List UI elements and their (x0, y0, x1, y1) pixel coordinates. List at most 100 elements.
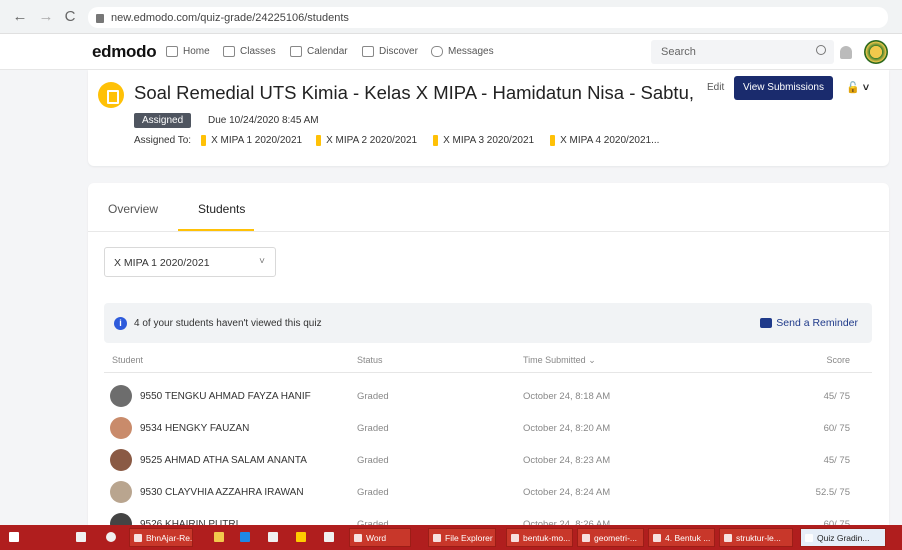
reload-icon[interactable]: C (58, 8, 82, 25)
assigned-to-row: Assigned To: X MIPA 1 2020/2021 X MIPA 2… (134, 135, 659, 146)
assigned-class-label: X MIPA 4 2020/2021... (560, 135, 660, 146)
assignment-header-card: Soal Remedial UTS Kimia - Kelas X MIPA -… (88, 70, 889, 166)
students-card: Overview Students X MIPA 1 2020/2021 ˅ i… (88, 183, 889, 535)
search-icon[interactable] (816, 45, 826, 55)
search-input[interactable]: Search (651, 40, 834, 64)
unlock-dropdown-icon[interactable]: 🔓 ˅ (846, 81, 869, 94)
windows-start-icon[interactable] (9, 532, 19, 542)
class-select-value: X MIPA 1 2020/2021 (114, 257, 210, 269)
notifications-icon[interactable] (840, 46, 852, 59)
score-column-header: Score (826, 355, 850, 365)
taskbar-item[interactable]: Word (349, 528, 411, 547)
nav-home[interactable]: Home (166, 46, 210, 57)
forward-arrow-icon[interactable]: → (34, 8, 58, 25)
assignment-title: Soal Remedial UTS Kimia - Kelas X MIPA -… (134, 82, 694, 103)
assigned-class-label: X MIPA 2 2020/2021 (326, 135, 418, 146)
class-select[interactable]: X MIPA 1 2020/2021 ˅ (104, 247, 276, 277)
taskbar-item[interactable]: 4. Bentuk ... (648, 528, 715, 547)
discover-icon (362, 46, 374, 57)
send-reminder-label: Send a Reminder (776, 317, 858, 329)
score-cell: 45/ 75 (823, 455, 850, 466)
address-bar[interactable]: new.edmodo.com/quiz-grade/24225106/stude… (88, 7, 888, 28)
table-row[interactable]: 9530 CLAYVHIA AZZAHRA IRAWAN Graded Octo… (104, 477, 872, 509)
assigned-class[interactable]: X MIPA 1 2020/2021 (201, 135, 302, 146)
app-header: edmodo Home Classes Calendar Discover Me… (0, 34, 902, 70)
time-cell: October 24, 8:23 AM (523, 455, 611, 466)
score-cell: 45/ 75 (823, 391, 850, 402)
nav-discover-label: Discover (379, 46, 418, 57)
tab-students[interactable]: Students (198, 202, 245, 216)
info-icon: i (114, 317, 127, 330)
browser-toolbar: ← → C new.edmodo.com/quiz-grade/24225106… (0, 0, 902, 34)
taskbar-item[interactable]: struktur-le... (719, 528, 793, 547)
time-cell: October 24, 8:20 AM (523, 423, 611, 434)
tab-overview[interactable]: Overview (108, 202, 158, 216)
taskbar-app-icon[interactable] (76, 532, 86, 542)
messages-icon (431, 46, 443, 57)
lock-icon (96, 14, 104, 23)
assigned-class[interactable]: X MIPA 2 2020/2021 (316, 135, 417, 146)
status-column-header: Status (357, 355, 383, 365)
view-submissions-button[interactable]: View Submissions (734, 76, 833, 100)
score-cell: 52.5/ 75 (815, 487, 850, 498)
send-reminder-button[interactable]: Send a Reminder (760, 317, 858, 329)
photoshop-icon[interactable] (240, 532, 250, 542)
avatar (110, 385, 132, 407)
nav-calendar[interactable]: Calendar (290, 46, 348, 57)
taskbar-app-icon[interactable] (296, 532, 306, 542)
status-cell: Graded (357, 455, 389, 466)
status-cell: Graded (357, 487, 389, 498)
taskbar-item[interactable]: geometri-... (577, 528, 644, 547)
taskbar-app-icon[interactable] (214, 532, 224, 542)
nav-discover[interactable]: Discover (362, 46, 418, 57)
status-badge: Assigned (134, 113, 192, 128)
edit-link[interactable]: Edit (707, 82, 724, 93)
nav-classes-label: Classes (240, 46, 276, 57)
avatar (110, 449, 132, 471)
table-row[interactable]: 9550 TENGKU AHMAD FAYZA HANIF Graded Oct… (104, 381, 872, 413)
class-color-marker (201, 135, 207, 146)
taskbar-item[interactable]: BhnAjar-Re... (129, 528, 193, 547)
student-name[interactable]: 9550 TENGKU AHMAD FAYZA HANIF (140, 391, 311, 402)
avatar (110, 417, 132, 439)
class-color-marker (433, 135, 439, 146)
class-color-marker (550, 135, 556, 146)
avatar (110, 481, 132, 503)
time-column-header[interactable]: Time Submitted ⌄ (523, 355, 596, 366)
calendar-icon (290, 46, 302, 57)
assigned-class[interactable]: X MIPA 4 2020/2021... (550, 135, 659, 146)
browser-app-icon[interactable] (106, 532, 116, 542)
table-header: Student Status Time Submitted ⌄ Score (104, 351, 872, 373)
message-icon (760, 318, 773, 328)
tab-divider (88, 231, 889, 232)
table-row[interactable]: 9525 AHMAD ATHA SALAM ANANTA Graded Octo… (104, 445, 872, 477)
nav-home-label: Home (183, 46, 210, 57)
assigned-class[interactable]: X MIPA 3 2020/2021 (433, 135, 534, 146)
status-cell: Graded (357, 391, 389, 402)
nav-messages[interactable]: Messages (431, 46, 494, 57)
table-row[interactable]: 9534 HENGKY FAUZAN Graded October 24, 8:… (104, 413, 872, 445)
taskbar-item[interactable]: Quiz Gradin... (800, 528, 886, 547)
taskbar-item[interactable]: bentuk-mo... (506, 528, 573, 547)
taskbar-app-icon[interactable] (324, 532, 334, 542)
back-arrow-icon[interactable]: ← (8, 8, 32, 25)
edmodo-logo[interactable]: edmodo (92, 42, 157, 62)
windows-taskbar: BhnAjar-Re... Word File Explorer bentuk-… (0, 525, 902, 550)
nav-classes[interactable]: Classes (223, 46, 276, 57)
student-name[interactable]: 9530 CLAYVHIA AZZAHRA IRAWAN (140, 487, 304, 498)
time-cell: October 24, 8:18 AM (523, 391, 611, 402)
taskbar-item[interactable]: File Explorer (428, 528, 496, 547)
student-name[interactable]: 9525 AHMAD ATHA SALAM ANANTA (140, 455, 307, 466)
status-cell: Graded (357, 423, 389, 434)
search-placeholder: Search (661, 46, 696, 58)
chevron-down-icon: ˅ (259, 256, 265, 267)
class-color-marker (316, 135, 322, 146)
not-viewed-banner: i 4 of your students haven't viewed this… (104, 303, 872, 343)
assigned-class-label: X MIPA 3 2020/2021 (443, 135, 535, 146)
user-avatar[interactable] (864, 40, 888, 64)
assigned-to-label: Assigned To: (134, 135, 192, 146)
time-cell: October 24, 8:24 AM (523, 487, 611, 498)
taskbar-app-icon[interactable] (268, 532, 278, 542)
student-name[interactable]: 9534 HENGKY FAUZAN (140, 423, 249, 434)
assigned-class-label: X MIPA 1 2020/2021 (211, 135, 303, 146)
